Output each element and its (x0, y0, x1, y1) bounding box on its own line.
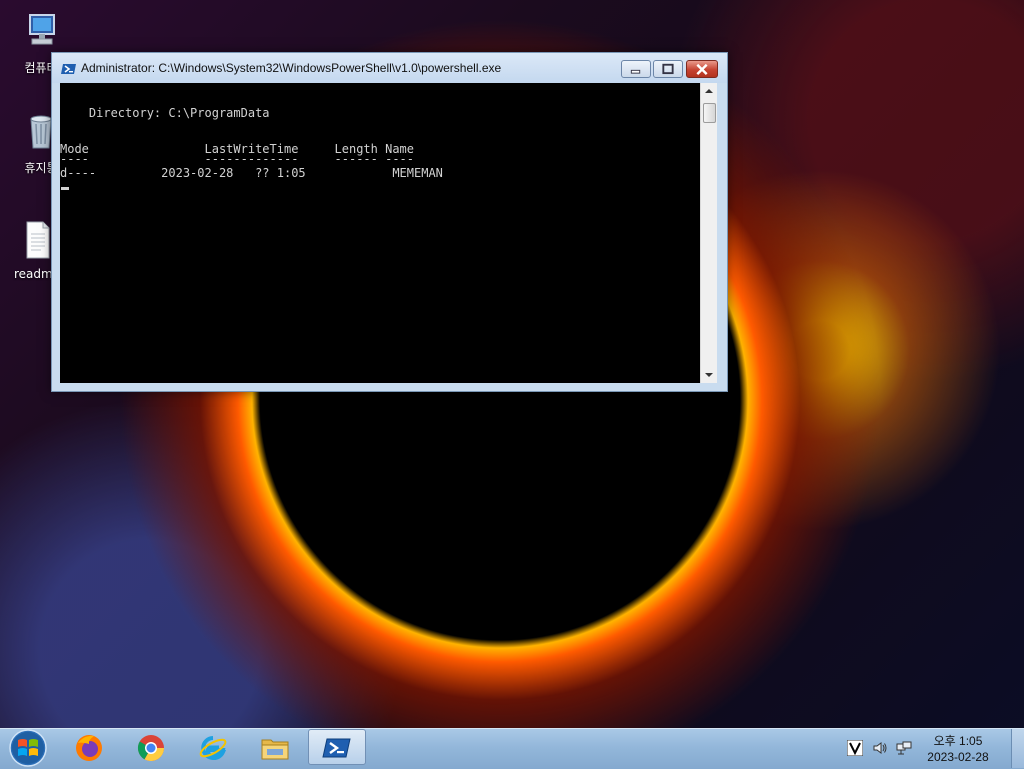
taskbar-item-internet-explorer[interactable] (185, 730, 241, 766)
directory-line: Directory: C:\ProgramData (60, 106, 270, 120)
taskbar-item-powershell[interactable] (308, 729, 366, 765)
powershell-icon (322, 738, 351, 758)
chrome-icon (137, 735, 165, 762)
close-button[interactable] (686, 60, 718, 78)
powershell-window[interactable]: Administrator: C:\Windows\System32\Windo… (51, 52, 728, 392)
scroll-down-icon[interactable] (701, 367, 717, 383)
firefox-icon (76, 735, 102, 761)
listing-rule: ---- ------------- ------ ---- (60, 152, 415, 166)
ime-icon[interactable] (847, 740, 863, 756)
computer-icon (29, 14, 55, 45)
taskbar-item-firefox[interactable] (61, 730, 117, 766)
text-cursor (61, 187, 69, 190)
taskbar-item-chrome[interactable] (123, 730, 179, 766)
listing-row: d---- 2023-02-28 ?? 1:05 MEMEMAN (60, 166, 443, 180)
vertical-scrollbar[interactable] (700, 83, 717, 383)
scroll-up-icon[interactable] (701, 83, 717, 99)
console-output[interactable]: Directory: C:\ProgramData Mode LastWrite… (60, 83, 700, 383)
close-icon (696, 63, 708, 75)
show-desktop-button[interactable] (1011, 729, 1024, 768)
minimize-button[interactable] (621, 60, 651, 78)
maximize-button[interactable] (653, 60, 683, 78)
clock-time: 오후 1:05 (933, 734, 983, 748)
maximize-icon (662, 63, 674, 75)
volume-icon[interactable] (872, 740, 888, 756)
scrollbar-thumb[interactable] (703, 103, 716, 123)
folder-icon (261, 739, 289, 760)
window-titlebar[interactable]: Administrator: C:\Windows\System32\Windo… (52, 53, 727, 83)
internet-explorer-icon (199, 736, 227, 760)
start-button[interactable] (8, 729, 48, 769)
taskbar-item-file-explorer[interactable] (247, 730, 303, 766)
window-title: Administrator: C:\Windows\System32\Windo… (81, 61, 502, 75)
taskbar-clock[interactable]: 오후 1:05 2023-02-28 (918, 733, 998, 765)
minimize-icon (630, 69, 641, 74)
powershell-icon (61, 64, 76, 74)
clock-date: 2023-02-28 (927, 750, 989, 764)
network-icon[interactable] (896, 740, 912, 756)
